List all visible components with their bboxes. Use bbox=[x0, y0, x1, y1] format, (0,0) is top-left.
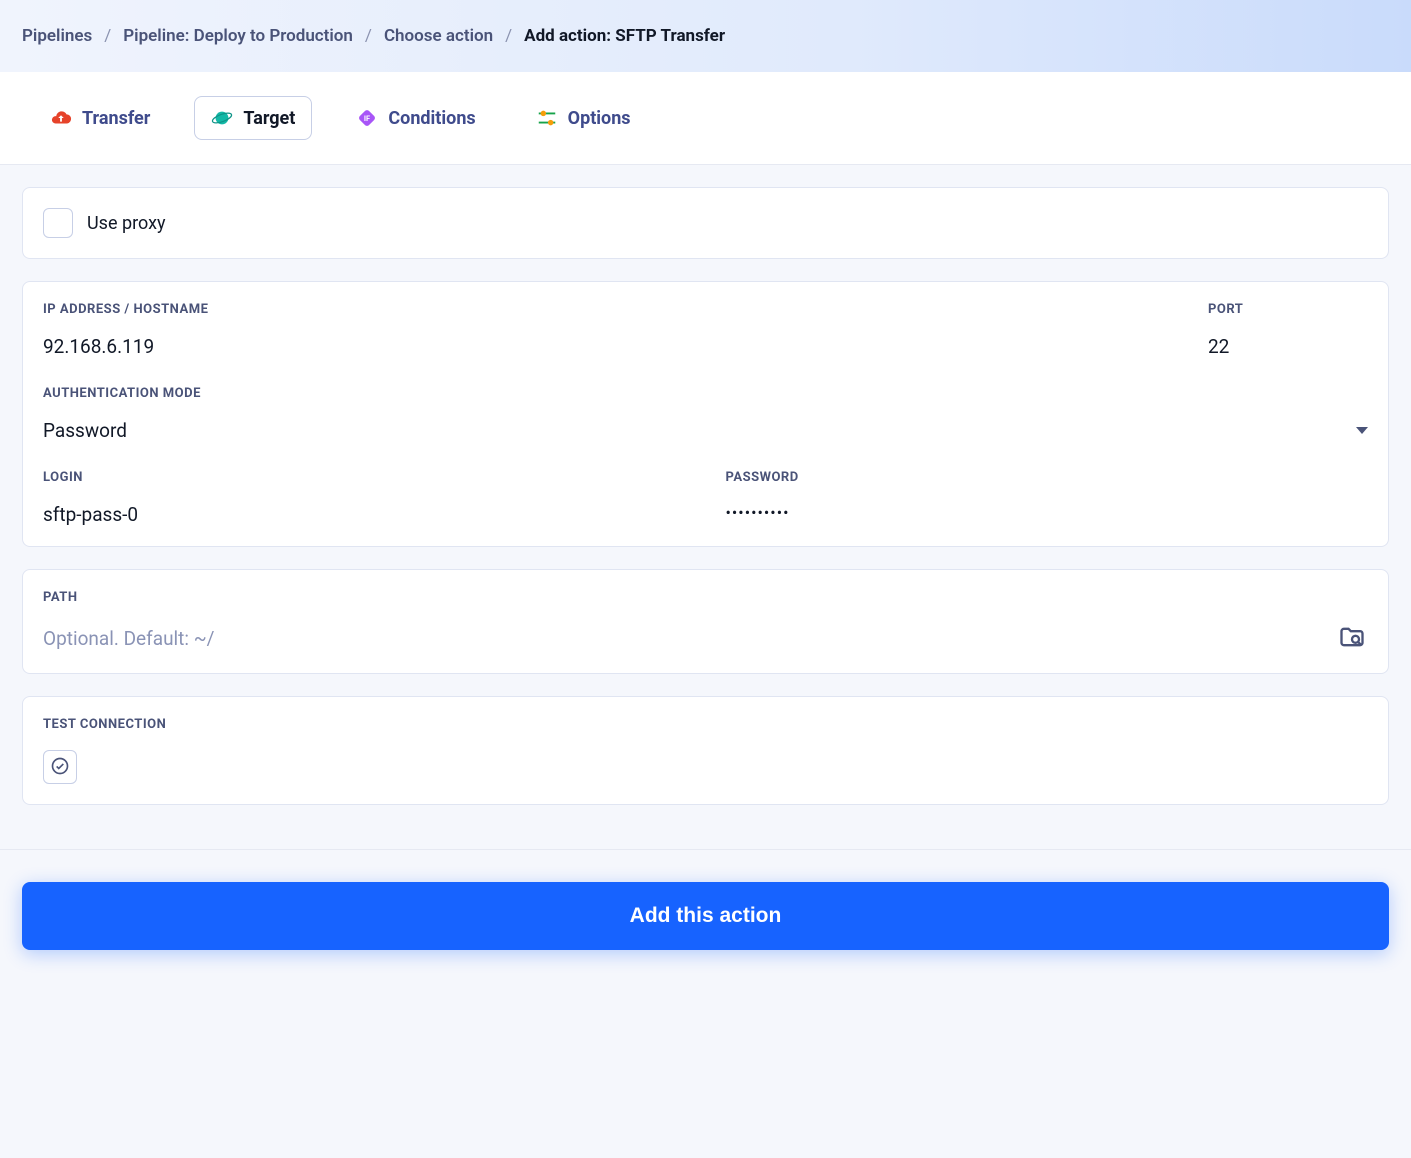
tab-options[interactable]: Options bbox=[520, 96, 647, 140]
auth-mode-select[interactable]: Password bbox=[43, 419, 1368, 442]
path-card: PATH bbox=[22, 569, 1389, 674]
test-connection-card: TEST CONNECTION bbox=[22, 696, 1389, 805]
port-input[interactable] bbox=[1208, 335, 1368, 358]
hostname-label: IP ADDRESS / HOSTNAME bbox=[43, 302, 1168, 317]
path-input[interactable] bbox=[43, 627, 1326, 650]
tab-conditions[interactable]: IF Conditions bbox=[340, 96, 491, 140]
breadcrumb-choose-action[interactable]: Choose action bbox=[384, 26, 493, 46]
port-label: PORT bbox=[1208, 302, 1368, 317]
breadcrumb-sep: / bbox=[365, 26, 372, 46]
connection-card: IP ADDRESS / HOSTNAME PORT AUTHENTICATIO… bbox=[22, 281, 1389, 547]
password-label: PASSWORD bbox=[726, 470, 1369, 485]
tabs-bar: Transfer Target IF Conditions Options bbox=[0, 72, 1411, 165]
tab-label: Transfer bbox=[82, 108, 150, 129]
tab-transfer[interactable]: Transfer bbox=[34, 96, 166, 140]
breadcrumb: Pipelines / Pipeline: Deploy to Producti… bbox=[22, 26, 1389, 46]
test-connection-button[interactable] bbox=[43, 750, 77, 784]
breadcrumb-pipeline-deploy[interactable]: Pipeline: Deploy to Production bbox=[123, 26, 353, 46]
breadcrumb-current: Add action: SFTP Transfer bbox=[524, 26, 725, 46]
breadcrumb-sep: / bbox=[505, 26, 512, 46]
cloud-upload-icon bbox=[50, 107, 72, 129]
chevron-down-icon bbox=[1356, 427, 1368, 434]
login-input[interactable] bbox=[43, 503, 686, 526]
planet-icon bbox=[211, 107, 233, 129]
auth-mode-label: AUTHENTICATION MODE bbox=[43, 386, 1368, 401]
proxy-card: Use proxy bbox=[22, 187, 1389, 259]
svg-text:IF: IF bbox=[364, 114, 370, 123]
page-header: Pipelines / Pipeline: Deploy to Producti… bbox=[0, 0, 1411, 72]
tab-label: Conditions bbox=[388, 108, 475, 129]
breadcrumb-sep: / bbox=[104, 26, 111, 46]
use-proxy-checkbox[interactable] bbox=[43, 208, 73, 238]
test-connection-label: TEST CONNECTION bbox=[43, 717, 1368, 732]
path-label: PATH bbox=[43, 590, 1368, 605]
tab-label: Options bbox=[568, 108, 631, 129]
login-label: LOGIN bbox=[43, 470, 686, 485]
breadcrumb-pipelines[interactable]: Pipelines bbox=[22, 26, 92, 46]
password-input[interactable]: •••••••••• bbox=[726, 503, 1369, 522]
browse-folder-icon[interactable] bbox=[1338, 623, 1368, 653]
sliders-icon bbox=[536, 107, 558, 129]
tab-target[interactable]: Target bbox=[194, 96, 312, 140]
auth-mode-value: Password bbox=[43, 419, 1356, 442]
footer-bar: Add this action bbox=[0, 849, 1411, 982]
diamond-icon: IF bbox=[356, 107, 378, 129]
check-circle-icon bbox=[50, 756, 70, 779]
add-action-button[interactable]: Add this action bbox=[22, 882, 1389, 950]
content-area: Use proxy IP ADDRESS / HOSTNAME PORT AUT… bbox=[0, 165, 1411, 849]
use-proxy-label: Use proxy bbox=[87, 213, 166, 234]
tab-label: Target bbox=[243, 108, 295, 129]
hostname-input[interactable] bbox=[43, 335, 1168, 358]
